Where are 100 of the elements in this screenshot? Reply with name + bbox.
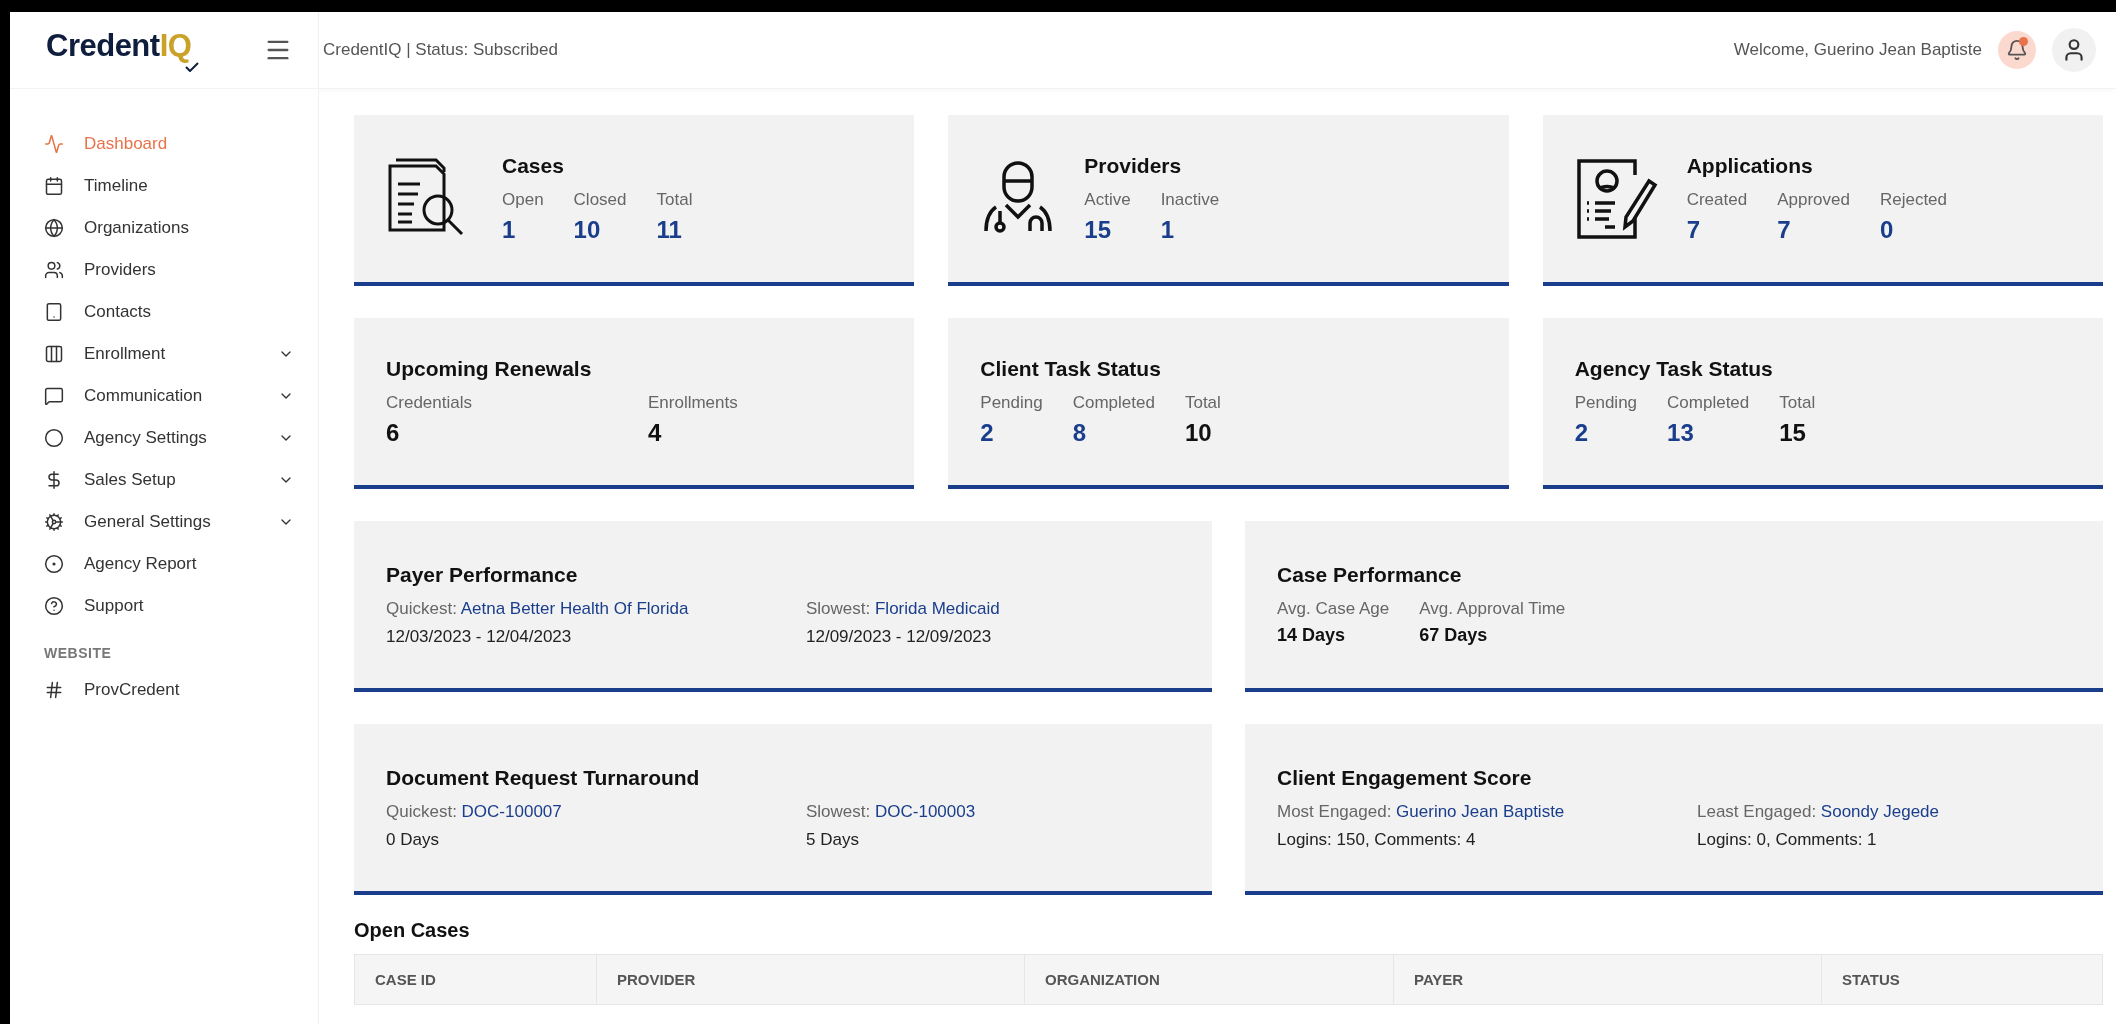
- stat-value: 2: [980, 418, 995, 447]
- sidebar-item[interactable]: Agency Report: [44, 543, 294, 585]
- nav-icon: [44, 554, 64, 574]
- card-title: Upcoming Renewals: [386, 356, 593, 381]
- card-title: Cases: [502, 153, 565, 178]
- column-header: ORGANIZATION: [1025, 955, 1394, 1004]
- card-title: Agency Task Status: [1574, 356, 1774, 381]
- leader-link[interactable]: Soondy Jegede: [1820, 801, 1939, 821]
- stat-value: 7: [1777, 215, 1792, 244]
- nav-icon: [44, 176, 64, 196]
- leader-text: Slowest: Florida Medicaid: [806, 598, 1001, 619]
- nav-icon: [44, 386, 64, 406]
- sidebar-item[interactable]: Timeline: [44, 165, 294, 207]
- bell-icon: [2006, 39, 2028, 61]
- stat-value: 6: [386, 418, 401, 447]
- application-form-icon: [1574, 156, 1659, 241]
- stat-value: 8: [1072, 418, 1088, 447]
- leader-detail: Logins: 0, Comments: 1: [1697, 829, 1878, 850]
- column-header: PAYER: [1394, 955, 1822, 1004]
- sidebar-item[interactable]: Communication: [44, 375, 294, 417]
- stat-value: 0: [1879, 215, 1895, 244]
- leader-link[interactable]: Florida Medicaid: [875, 598, 1000, 618]
- leader-text: Quickest: DOC-100007: [386, 801, 563, 822]
- sidebar-item[interactable]: Providers: [44, 249, 294, 291]
- sidebar-item[interactable]: Agency Settings: [44, 417, 294, 459]
- stat-label: Created: [1686, 189, 1748, 210]
- leader-link[interactable]: DOC-100003: [875, 801, 976, 821]
- leader-detail: 0 Days: [386, 829, 440, 850]
- sidebar-item[interactable]: ProvCredent: [44, 669, 294, 711]
- card-title: Applications: [1686, 153, 1814, 178]
- stat-value: 10: [1184, 418, 1213, 447]
- stat-label: Total: [1779, 392, 1816, 413]
- sidebar-item[interactable]: Enrollment: [44, 333, 294, 375]
- stat-value: 2: [1574, 418, 1589, 447]
- stat-value: 1: [1160, 215, 1175, 244]
- stat-value: 1: [502, 215, 517, 244]
- section-label: WEBSITE: [44, 645, 113, 661]
- stat-label: Avg. Case Age: [1277, 599, 1390, 619]
- nav-icon: [44, 134, 64, 154]
- stat-label: Completed: [1072, 392, 1155, 413]
- leader-link[interactable]: Aetna Better Health Of Florida: [460, 598, 689, 618]
- stat-value: 15: [1779, 418, 1807, 447]
- leader-link[interactable]: DOC-100007: [461, 801, 562, 821]
- stat-label: Enrollments: [648, 392, 739, 413]
- stat-label: Active: [1084, 189, 1131, 210]
- nav-icon: [44, 512, 64, 532]
- leader-detail: Logins: 150, Comments: 4: [1277, 829, 1477, 850]
- column-header: PROVIDER: [597, 955, 1025, 1004]
- leader-link[interactable]: Guerino Jean Baptiste: [1396, 801, 1565, 821]
- section-title: Open Cases: [354, 919, 471, 942]
- stat-label: Pending: [980, 392, 1043, 413]
- column-header: CASE ID: [355, 955, 597, 1004]
- nav-icon: [44, 218, 64, 238]
- card-title: Document Request Turnaround: [386, 765, 701, 790]
- stat-value: 13: [1667, 418, 1695, 447]
- notification-button[interactable]: [1998, 31, 2036, 69]
- leader-text: Most Engaged: Guerino Jean Baptiste: [1277, 801, 1566, 822]
- nav-icon: [44, 344, 64, 364]
- card-title: Providers: [1084, 153, 1183, 178]
- stat-label: Closed: [573, 189, 627, 210]
- welcome-text: Welcome, Guerino Jean Baptiste: [1732, 40, 1982, 60]
- stat-value: 11: [656, 215, 683, 244]
- user-button[interactable]: [2052, 28, 2096, 72]
- card-title: Case Performance: [1277, 563, 1463, 587]
- nav-icon: [44, 428, 64, 448]
- stat-value: 15: [1084, 215, 1113, 244]
- stat-label: Credentials: [386, 392, 473, 413]
- nav-icon: [44, 260, 64, 280]
- stat-label: Inactive: [1160, 189, 1220, 210]
- nav-icon: [44, 596, 64, 616]
- sidebar-item[interactable]: Support: [44, 585, 294, 627]
- card-title: Payer Performance: [386, 562, 579, 587]
- stat-value: 4: [648, 418, 663, 447]
- stat-label: Total: [1184, 392, 1221, 413]
- card-title: Client Engagement Score: [1277, 765, 1533, 790]
- stat-label: Total: [656, 189, 693, 210]
- leader-text: Least Engaged: Soondy Jegede: [1697, 801, 1940, 822]
- sidebar-item[interactable]: Sales Setup: [44, 459, 294, 501]
- stat-value: 10: [573, 215, 602, 244]
- sidebar-item[interactable]: Contacts: [44, 291, 294, 333]
- logo: CredentIQ: [46, 28, 200, 72]
- stat-label: Avg. Approval Time: [1419, 599, 1566, 619]
- stat-value: 14 Days: [1277, 625, 1347, 646]
- stat-value: 7: [1686, 215, 1701, 244]
- sidebar-item[interactable]: General Settings: [44, 501, 294, 543]
- leader-text: Slowest: DOC-100003: [806, 801, 977, 822]
- leader-text: Quickest: Aetna Better Health Of Florida: [386, 598, 690, 619]
- card-title: Client Task Status: [980, 356, 1162, 381]
- stat-label: Pending: [1574, 392, 1638, 413]
- status-text: CredentIQ | Status: Subscribed: [322, 40, 558, 60]
- leader-detail: 12/03/2023 - 12/04/2023: [386, 626, 573, 647]
- stat-label: Completed: [1667, 392, 1750, 413]
- leader-detail: 12/09/2023 - 12/09/2023: [806, 626, 993, 647]
- stat-label: Approved: [1777, 189, 1850, 210]
- sidebar-item[interactable]: Organizations: [44, 207, 294, 249]
- hash-icon: [44, 680, 64, 700]
- stat-label: Rejected: [1879, 189, 1948, 210]
- nav-icon: [44, 302, 64, 322]
- leader-detail: 5 Days: [806, 829, 860, 850]
- column-header: STATUS: [1841, 970, 1901, 990]
